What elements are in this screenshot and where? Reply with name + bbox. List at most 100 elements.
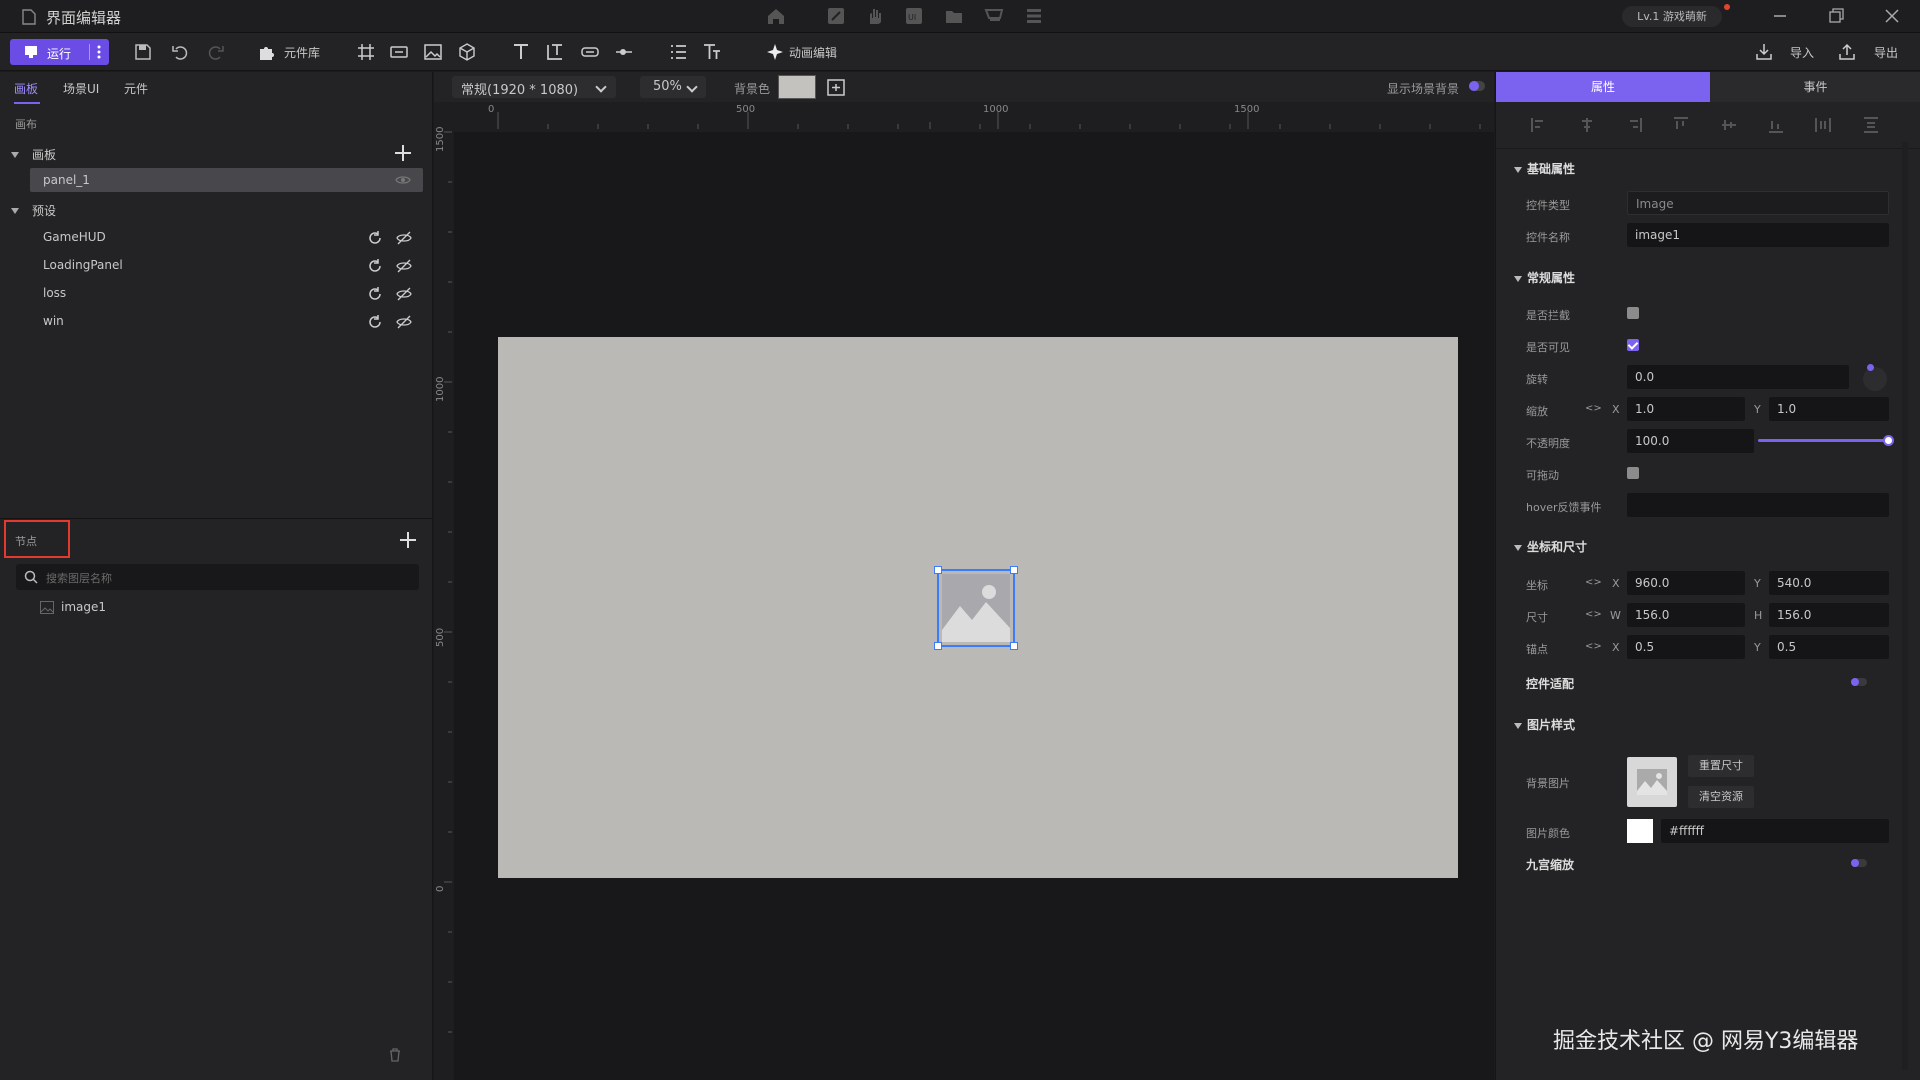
refresh-icon[interactable] bbox=[367, 286, 383, 302]
opacity-input[interactable]: 100.0 bbox=[1627, 429, 1754, 453]
visible-checkbox[interactable] bbox=[1627, 339, 1639, 351]
resize-handle-br[interactable] bbox=[1010, 642, 1018, 650]
eye-off-icon[interactable] bbox=[396, 286, 412, 302]
hand-icon[interactable] bbox=[864, 6, 884, 26]
tab-components[interactable]: 元件 bbox=[124, 80, 148, 97]
sparkle-icon[interactable] bbox=[766, 42, 786, 62]
draggable-checkbox[interactable] bbox=[1627, 467, 1639, 479]
eye-off-icon[interactable] bbox=[396, 230, 412, 246]
bg-image-thumbnail[interactable] bbox=[1627, 757, 1677, 807]
align-right-icon[interactable] bbox=[1625, 116, 1643, 134]
opacity-slider-handle[interactable] bbox=[1883, 435, 1894, 446]
position-x-input[interactable]: 960.0 bbox=[1627, 571, 1745, 595]
label-text-icon[interactable] bbox=[545, 42, 565, 62]
scale-link-icon[interactable]: <> bbox=[1585, 403, 1602, 414]
run-button[interactable]: 运行 bbox=[10, 39, 109, 65]
nine-slice-toggle[interactable] bbox=[1851, 859, 1867, 867]
design-canvas[interactable] bbox=[498, 337, 1458, 878]
add-node-button[interactable] bbox=[400, 532, 416, 548]
eye-off-icon[interactable] bbox=[396, 258, 412, 274]
close-icon[interactable] bbox=[1882, 6, 1902, 26]
level-badge[interactable]: Lv.1 游戏萌新 bbox=[1622, 6, 1722, 27]
resolution-select[interactable]: 常规(1920 * 1080) bbox=[452, 76, 616, 98]
eye-off-icon[interactable] bbox=[396, 314, 412, 330]
fit-screen-icon[interactable] bbox=[827, 79, 845, 96]
presets-expand-arrow[interactable] bbox=[11, 208, 19, 214]
align-bottom-icon[interactable] bbox=[1767, 116, 1785, 134]
scale-x-input[interactable]: 1.0 bbox=[1627, 397, 1745, 421]
adapt-toggle[interactable] bbox=[1851, 678, 1867, 686]
components-label[interactable]: 元件库 bbox=[284, 44, 320, 61]
more-vertical-icon[interactable] bbox=[96, 45, 102, 59]
anchor-link-icon[interactable]: <> bbox=[1585, 641, 1602, 652]
list-icon[interactable] bbox=[668, 42, 688, 62]
cube-icon[interactable] bbox=[457, 42, 477, 62]
position-y-input[interactable]: 540.0 bbox=[1769, 571, 1889, 595]
size-link-icon[interactable]: <> bbox=[1585, 609, 1602, 620]
puzzle-icon[interactable] bbox=[257, 42, 277, 62]
refresh-icon[interactable] bbox=[367, 230, 383, 246]
presets-label[interactable]: 预设 bbox=[32, 202, 56, 219]
grid-menu-icon[interactable] bbox=[1024, 6, 1044, 26]
zoom-select[interactable]: 50% bbox=[640, 76, 706, 98]
align-hcenter-icon[interactable] bbox=[1578, 116, 1596, 134]
import-label[interactable]: 导入 bbox=[1790, 44, 1814, 61]
rich-text-icon[interactable] bbox=[702, 42, 722, 62]
distribute-v-icon[interactable] bbox=[1862, 116, 1880, 134]
boards-label[interactable]: 画板 bbox=[32, 146, 56, 163]
minimize-icon[interactable] bbox=[1770, 6, 1790, 26]
bg-color-swatch[interactable] bbox=[778, 75, 816, 99]
add-board-button[interactable] bbox=[395, 145, 411, 161]
anchor-x-input[interactable]: 0.5 bbox=[1627, 635, 1745, 659]
save-icon[interactable] bbox=[133, 42, 153, 62]
distribute-h-icon[interactable] bbox=[1814, 116, 1832, 134]
edit-icon[interactable] bbox=[826, 6, 846, 26]
refresh-icon[interactable] bbox=[367, 314, 383, 330]
export-label[interactable]: 导出 bbox=[1874, 44, 1898, 61]
redo-icon[interactable] bbox=[206, 42, 226, 62]
general-section-header[interactable]: 常规属性 bbox=[1514, 269, 1575, 286]
clear-resource-button[interactable]: 清空资源 bbox=[1688, 786, 1754, 808]
undo-icon[interactable] bbox=[170, 42, 190, 62]
export-icon[interactable] bbox=[1837, 42, 1857, 62]
node-search-input[interactable]: 搜索图层名称 bbox=[16, 564, 419, 590]
tab-events[interactable]: 事件 bbox=[1710, 72, 1920, 102]
opacity-slider-track[interactable] bbox=[1758, 439, 1888, 442]
tab-board[interactable]: 画板 bbox=[14, 80, 38, 97]
input-box-icon[interactable] bbox=[580, 42, 600, 62]
intercept-checkbox[interactable] bbox=[1627, 307, 1639, 319]
position-link-icon[interactable]: <> bbox=[1585, 577, 1602, 588]
basic-section-header[interactable]: 基础属性 bbox=[1514, 160, 1575, 177]
rotation-dial[interactable] bbox=[1863, 364, 1887, 391]
board-item-panel-1[interactable]: panel_1 bbox=[30, 168, 423, 192]
image-color-input[interactable]: #ffffff bbox=[1661, 819, 1889, 843]
align-top-icon[interactable] bbox=[1672, 116, 1690, 134]
trash-icon[interactable] bbox=[388, 1047, 402, 1063]
tab-scene-ui[interactable]: 场景UI bbox=[63, 80, 99, 97]
image-color-swatch[interactable] bbox=[1627, 819, 1653, 843]
resize-handle-tl[interactable] bbox=[934, 566, 942, 574]
align-vcenter-icon[interactable] bbox=[1720, 116, 1738, 134]
image-section-header[interactable]: 图片样式 bbox=[1514, 716, 1575, 733]
home-icon[interactable] bbox=[766, 6, 786, 26]
import-icon[interactable] bbox=[1754, 42, 1774, 62]
button-widget-icon[interactable] bbox=[389, 42, 409, 62]
hover-event-input[interactable] bbox=[1627, 493, 1889, 517]
resize-handle-bl[interactable] bbox=[934, 642, 942, 650]
size-w-input[interactable]: 156.0 bbox=[1627, 603, 1745, 627]
restore-icon[interactable] bbox=[1826, 6, 1846, 26]
size-h-input[interactable]: 156.0 bbox=[1769, 603, 1889, 627]
scrollbar[interactable] bbox=[1902, 142, 1908, 1070]
control-name-input[interactable]: image1 bbox=[1627, 223, 1889, 247]
image-widget-icon[interactable] bbox=[423, 42, 443, 62]
slider-widget-icon[interactable] bbox=[614, 42, 634, 62]
refresh-icon[interactable] bbox=[367, 258, 383, 274]
selected-image-widget[interactable] bbox=[934, 566, 1018, 650]
reset-size-button[interactable]: 重置尺寸 bbox=[1688, 755, 1754, 777]
animation-editor-label[interactable]: 动画编辑 bbox=[789, 44, 837, 61]
scale-y-input[interactable]: 1.0 bbox=[1769, 397, 1889, 421]
rotation-input[interactable]: 0.0 bbox=[1627, 365, 1849, 389]
frame-icon[interactable] bbox=[356, 42, 376, 62]
folder-icon[interactable] bbox=[944, 6, 964, 26]
ui-icon[interactable]: UI bbox=[904, 6, 924, 26]
